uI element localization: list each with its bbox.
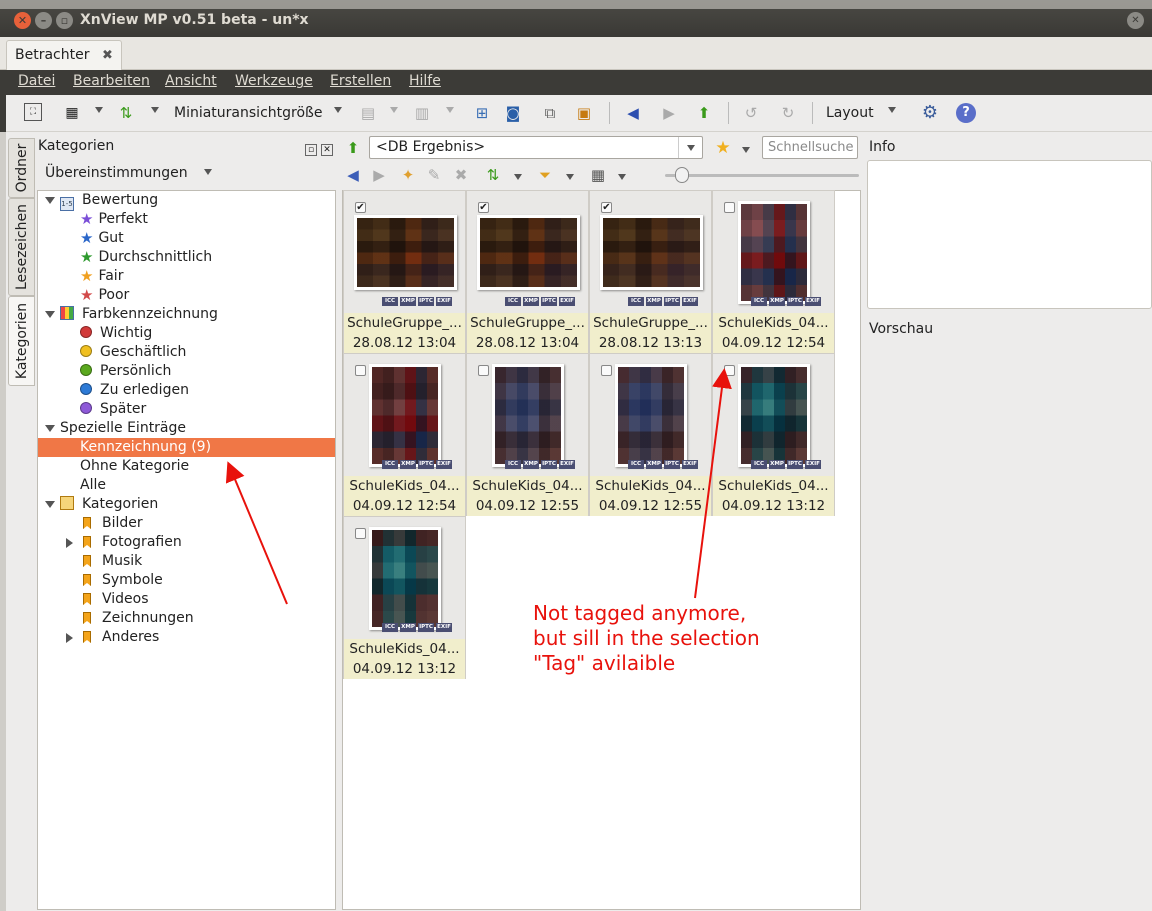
annotation-arrows <box>225 368 732 605</box>
annotation-line: but sill in the selection <box>533 626 760 650</box>
annotation-line: "Tag" avilaible <box>533 651 676 675</box>
annotation-line: Not tagged anymore, <box>533 601 747 625</box>
arrow-to-kennzeichnung <box>225 461 288 605</box>
annotation-text: Not tagged anymore, but sill in the sele… <box>533 601 760 676</box>
arrow-to-thumbnail <box>694 368 732 599</box>
